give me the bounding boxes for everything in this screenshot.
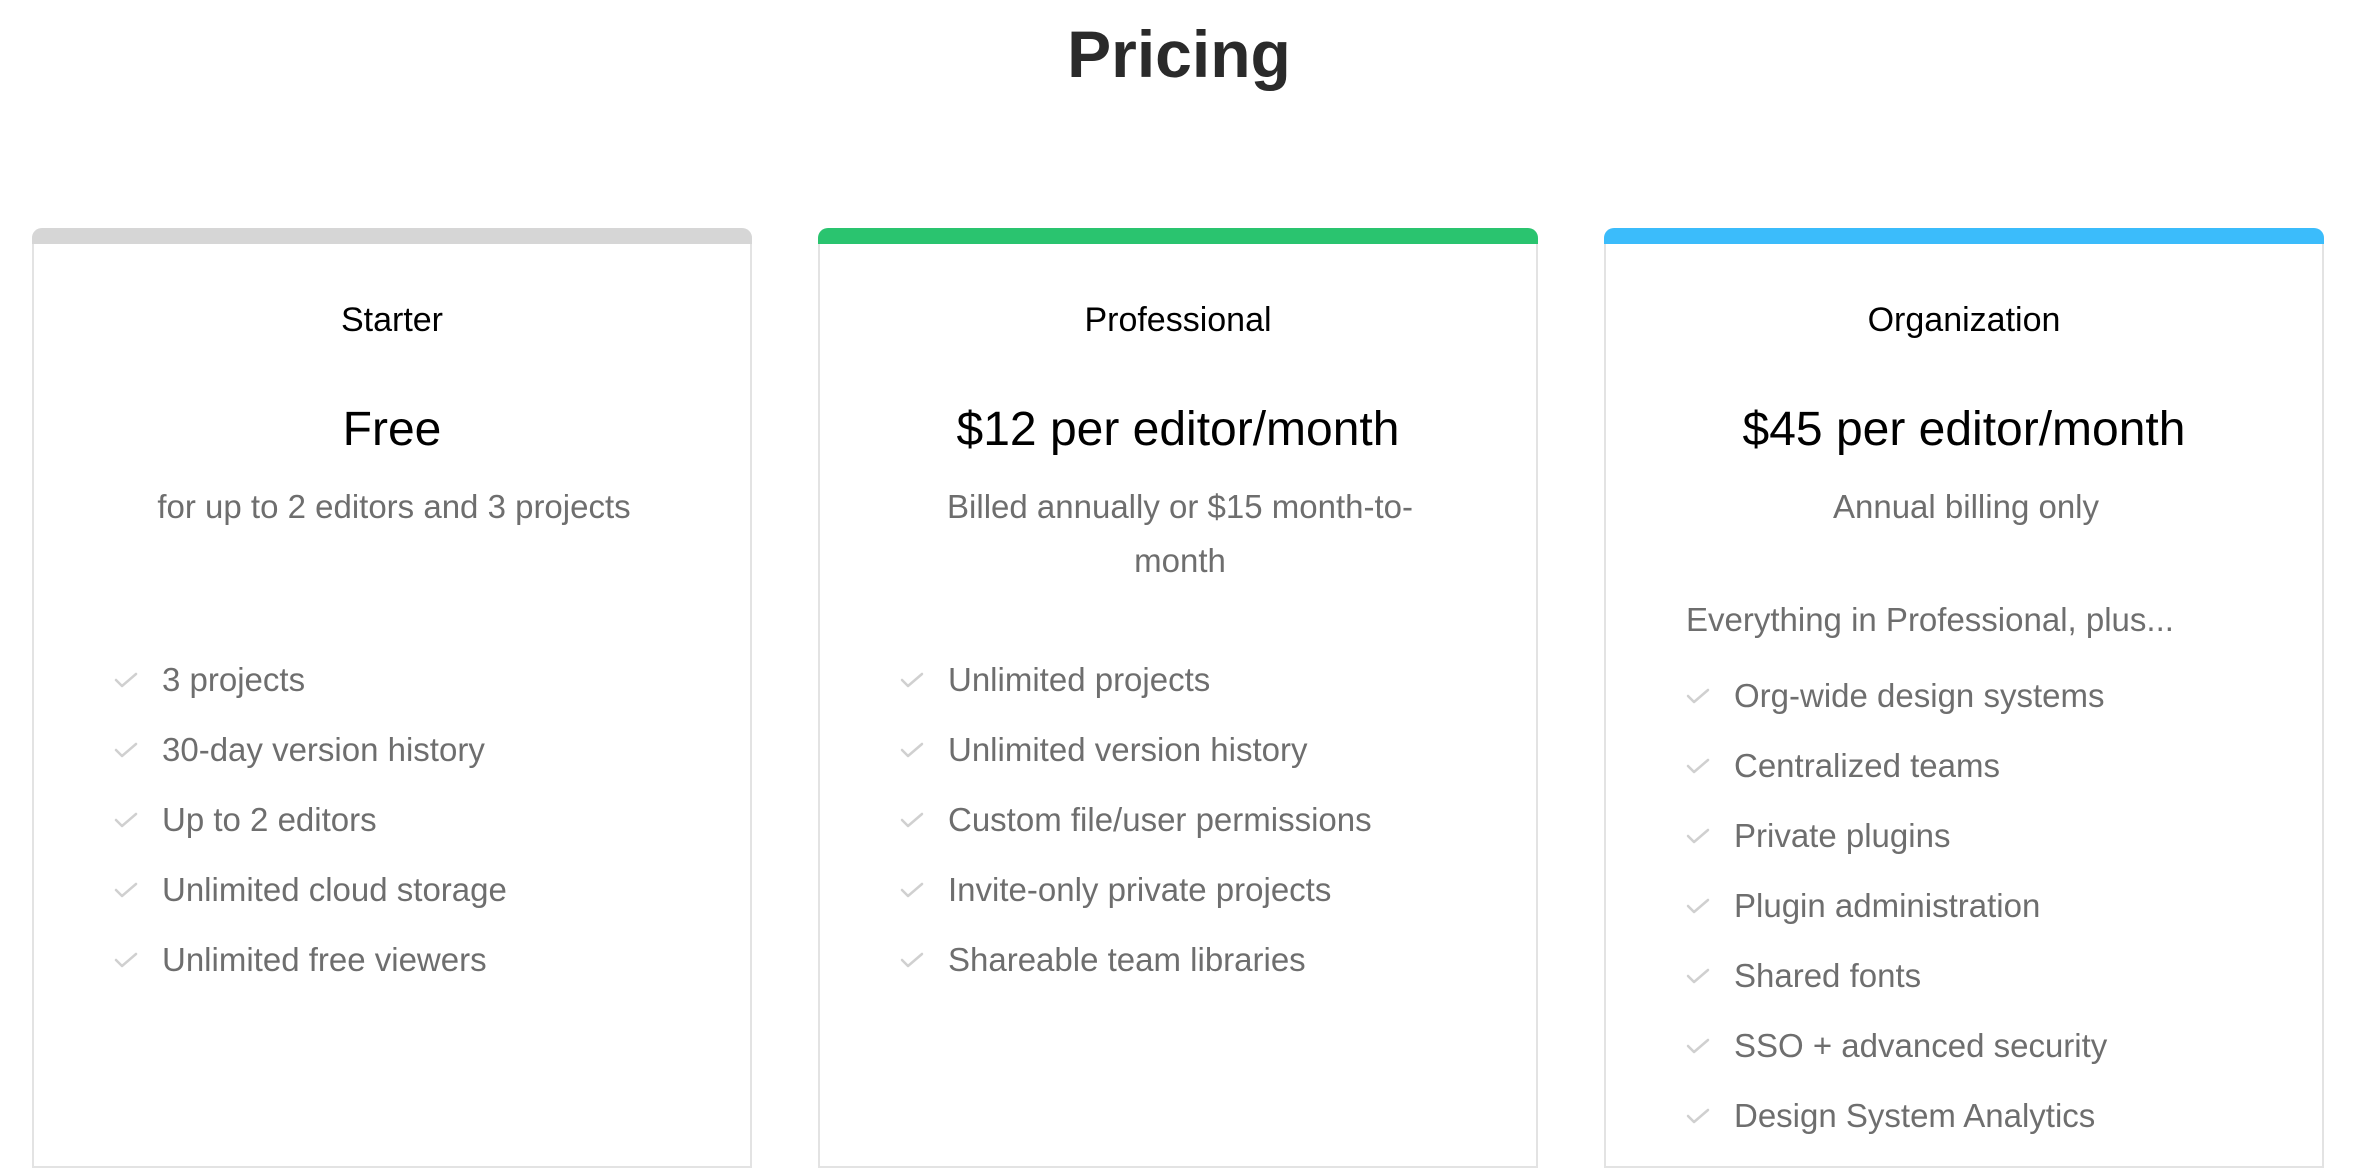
feature-item: Unlimited version history xyxy=(900,722,1520,792)
feature-label: Invite-only private projects xyxy=(948,871,1332,908)
feature-label: Shared fonts xyxy=(1734,957,1922,994)
plan-name: Professional xyxy=(1084,301,1272,339)
check-icon xyxy=(900,952,924,968)
check-icon xyxy=(1686,1108,1710,1124)
check-icon xyxy=(900,882,924,898)
check-icon xyxy=(114,742,138,758)
plan-billing-note: Billed annually or $15 month-to-month xyxy=(947,488,1413,579)
plan-billing-note: Annual billing only xyxy=(1832,488,2099,525)
feature-label: Design System Analytics xyxy=(1734,1097,2096,1134)
feature-label: Unlimited version history xyxy=(948,731,1308,768)
feature-item: Shareable team libraries xyxy=(900,932,1520,1002)
feature-label: Org-wide design systems xyxy=(1734,677,2105,714)
plan-price: $12 per editor/month xyxy=(956,403,1400,456)
check-icon xyxy=(900,672,924,688)
check-icon xyxy=(1686,758,1710,774)
plan-features-intro: Everything in Professional, plus... xyxy=(1686,601,2174,638)
check-icon xyxy=(1686,898,1710,914)
pricing-plans: Starter Free for up to 2 editors and 3 p… xyxy=(32,228,2326,1168)
feature-item: Invite-only private projects xyxy=(900,862,1520,932)
feature-label: Unlimited projects xyxy=(948,661,1211,698)
plan-card-starter: Starter Free for up to 2 editors and 3 p… xyxy=(32,228,752,1168)
check-icon xyxy=(114,952,138,968)
plan-accent-bar xyxy=(32,228,752,244)
feature-item: Plugin administration xyxy=(1686,878,2306,948)
feature-item: SSO + advanced security xyxy=(1686,1018,2306,1088)
feature-label: Up to 2 editors xyxy=(162,801,377,838)
feature-item: Up to 2 editors xyxy=(114,792,734,862)
check-icon xyxy=(1686,828,1710,844)
check-icon xyxy=(114,882,138,898)
plan-card-organization: Organization $45 per editor/month Annual… xyxy=(1604,228,2324,1168)
check-icon xyxy=(114,672,138,688)
feature-list: Org-wide design systems Centralized teams… xyxy=(1686,668,2306,1158)
page-title: Pricing xyxy=(1067,17,1291,91)
check-icon xyxy=(114,812,138,828)
feature-label: Private plugins xyxy=(1734,817,1951,854)
check-icon xyxy=(1686,688,1710,704)
plan-price: $45 per editor/month xyxy=(1742,403,2186,456)
feature-label: Centralized teams xyxy=(1734,747,2000,784)
plan-price: Free xyxy=(342,403,442,456)
check-icon xyxy=(1686,1038,1710,1054)
feature-label: Unlimited cloud storage xyxy=(162,871,507,908)
feature-item: Unlimited free viewers xyxy=(114,932,734,1002)
feature-label: 3 projects xyxy=(162,661,306,698)
plan-accent-bar xyxy=(1604,228,2324,244)
feature-item: 30-day version history xyxy=(114,722,734,792)
feature-item: Unlimited cloud storage xyxy=(114,862,734,932)
feature-item: Shared fonts xyxy=(1686,948,2306,1018)
plan-name: Starter xyxy=(340,301,444,339)
feature-item: Private plugins xyxy=(1686,808,2306,878)
feature-label: 30-day version history xyxy=(162,731,485,768)
check-icon xyxy=(900,812,924,828)
feature-list: Unlimited projects Unlimited version hist… xyxy=(900,652,1520,1002)
feature-list: 3 projects 30-day version history Up to 2 … xyxy=(114,652,734,1002)
feature-item: Org-wide design systems xyxy=(1686,668,2306,738)
check-icon xyxy=(1686,968,1710,984)
plan-name: Organization xyxy=(1867,301,2061,339)
feature-item: Unlimited projects xyxy=(900,652,1520,722)
feature-item: 3 projects xyxy=(114,652,734,722)
check-icon xyxy=(900,742,924,758)
feature-label: Unlimited free viewers xyxy=(162,941,487,978)
feature-item: Centralized teams xyxy=(1686,738,2306,808)
plan-card-professional: Professional $12 per editor/month Billed… xyxy=(818,228,1538,1168)
feature-label: Shareable team libraries xyxy=(948,941,1306,978)
plan-accent-bar xyxy=(818,228,1538,244)
feature-item: Custom file/user permissions xyxy=(900,792,1520,862)
feature-item: Design System Analytics xyxy=(1686,1088,2306,1158)
feature-label: Custom file/user permissions xyxy=(948,801,1372,838)
feature-label: SSO + advanced security xyxy=(1734,1027,2108,1064)
feature-label: Plugin administration xyxy=(1734,887,2041,924)
plan-billing-note: for up to 2 editors and 3 projects xyxy=(157,488,631,525)
